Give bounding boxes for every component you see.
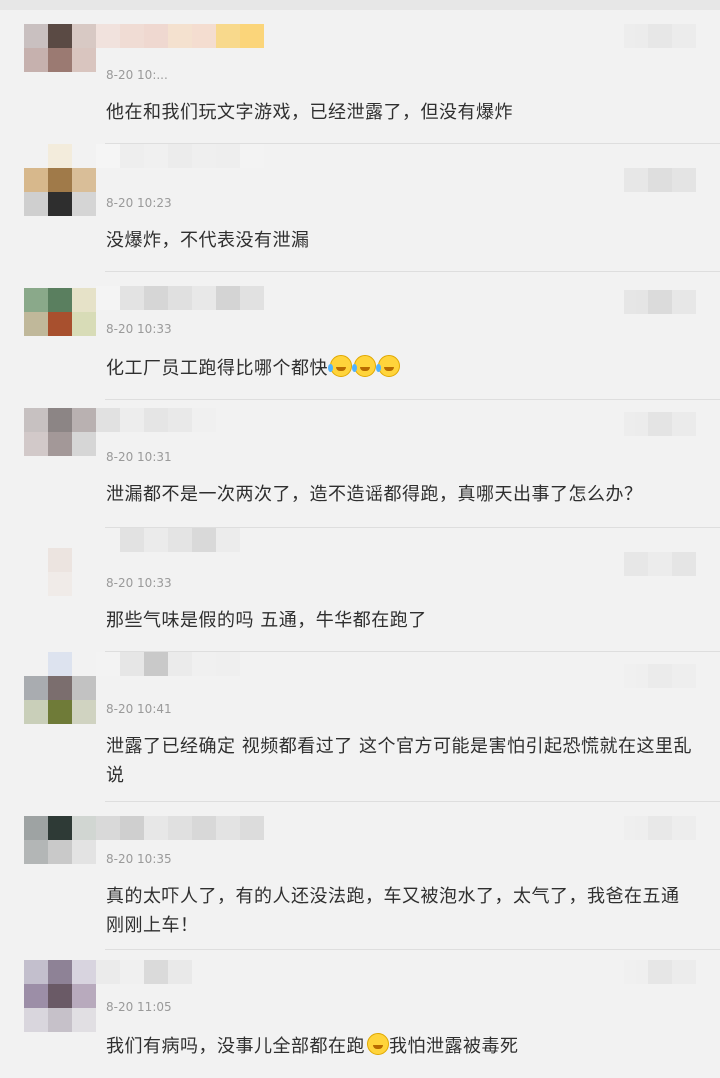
like-button-blurred[interactable] — [624, 24, 696, 48]
smile-emoji — [367, 1033, 389, 1055]
avatar[interactable] — [24, 548, 96, 620]
comment-text: 我们有病吗，没事儿全部都在跑 我怕泄露被毒死 — [106, 1032, 696, 1061]
comment-time: 8-20 10:33 — [106, 576, 172, 590]
comment-item[interactable]: 8-20 10:31 泄漏都不是一次两次了，造不造谣都得跑，真哪天出事了怎么办？ — [0, 400, 720, 528]
like-button-blurred[interactable] — [624, 664, 696, 688]
username-blurred[interactable] — [96, 24, 264, 72]
comment-text-body: 化工厂员工跑得比哪个都快 — [106, 358, 328, 379]
comment-text: 那些气味是假的吗 五通，牛华都在跑了 — [106, 610, 427, 631]
comment-item[interactable]: 8-20 10:41 泄露了已经确定 视频都看过了 这个官方可能是害怕引起恐慌就… — [0, 652, 720, 802]
comment-item[interactable]: 8-20 10:23 没爆炸，不代表没有泄漏 — [0, 144, 720, 272]
comment-time: 8-20 11:05 — [106, 1000, 172, 1014]
laugh-cry-emoji — [376, 355, 400, 377]
comment-time: 8-20 10:23 — [106, 196, 172, 210]
comment-text-body: 我怕泄露被毒死 — [389, 1036, 519, 1057]
avatar[interactable] — [24, 408, 96, 480]
comment-item[interactable]: 8-20 11:05 我们有病吗，没事儿全部都在跑 我怕泄露被毒死 — [0, 950, 720, 1078]
avatar[interactable] — [24, 288, 96, 360]
comment-time: 8-20 10:33 — [106, 322, 172, 336]
avatar[interactable] — [24, 816, 96, 888]
top-bar — [0, 0, 720, 10]
like-button-blurred[interactable] — [624, 412, 696, 436]
comment-text: 没爆炸，不代表没有泄漏 — [106, 230, 310, 251]
username-blurred[interactable] — [96, 144, 264, 192]
comment-text-body: 我们有病吗，没事儿全部都在跑 — [106, 1036, 365, 1057]
laugh-cry-emoji — [352, 355, 376, 377]
like-button-blurred[interactable] — [624, 290, 696, 314]
comment-time: 8-20 10:41 — [106, 702, 172, 716]
comment-item[interactable]: 8-20 10:33 那些气味是假的吗 五通，牛华都在跑了 — [0, 528, 720, 652]
like-button-blurred[interactable] — [624, 816, 696, 840]
avatar[interactable] — [24, 960, 96, 1032]
comment-text: 泄漏都不是一次两次了，造不造谣都得跑，真哪天出事了怎么办？ — [106, 484, 643, 505]
username-blurred[interactable] — [96, 528, 240, 576]
username-blurred[interactable] — [96, 408, 216, 456]
username-blurred[interactable] — [96, 652, 240, 700]
comment-item[interactable]: 8-20 10:... 他在和我们玩文字游戏，已经泄露了，但没有爆炸 — [0, 10, 720, 144]
comment-text: 泄露了已经确定 视频都看过了 这个官方可能是害怕引起恐慌就在这里乱说 — [106, 736, 692, 786]
comment-time: 8-20 10:31 — [106, 450, 172, 464]
comment-text: 化工厂员工跑得比哪个都快 — [106, 354, 696, 383]
like-button-blurred[interactable] — [624, 168, 696, 192]
like-button-blurred[interactable] — [624, 960, 696, 984]
comment-item[interactable]: 8-20 10:33 化工厂员工跑得比哪个都快 — [0, 272, 720, 400]
comment-time: 8-20 10:... — [106, 68, 168, 82]
comment-item[interactable]: 8-20 10:35 真的太吓人了，有的人还没法跑，车又被泡水了，太气了，我爸在… — [0, 802, 720, 950]
avatar[interactable] — [24, 24, 96, 96]
laugh-cry-emoji — [328, 355, 352, 377]
avatar[interactable] — [24, 144, 96, 216]
avatar[interactable] — [24, 652, 96, 724]
like-button-blurred[interactable] — [624, 552, 696, 576]
comment-time: 8-20 10:35 — [106, 852, 172, 866]
comment-text: 他在和我们玩文字游戏，已经泄露了，但没有爆炸 — [106, 102, 513, 123]
comment-text: 真的太吓人了，有的人还没法跑，车又被泡水了，太气了，我爸在五通刚刚上车！ — [106, 886, 680, 936]
